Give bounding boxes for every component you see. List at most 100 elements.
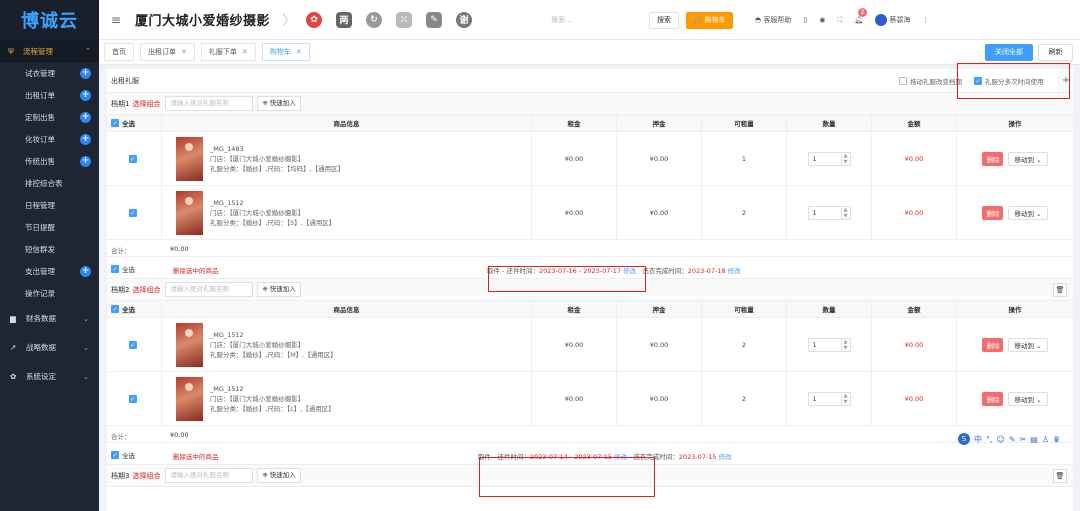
dress-name-input[interactable]: 请输入绝对礼服名称 — [165, 282, 254, 297]
quantity-stepper[interactable]: 1 ▲ ▼ — [807, 151, 851, 166]
close-all-tabs-button[interactable]: 关闭全部 — [985, 44, 1033, 61]
sidebar-section[interactable]: ✿ 系统设定 ⌄ — [0, 362, 99, 391]
edit-wash-link[interactable]: 修改 — [719, 453, 732, 461]
fullscreen-icon[interactable]: ⛶ — [837, 16, 842, 25]
add-icon[interactable]: + — [80, 133, 91, 145]
footer-select-all-checkbox[interactable]: ✓ — [111, 265, 119, 273]
move-to-dropdown[interactable]: 移动到 ⌄ — [1008, 151, 1048, 166]
spinner-icon[interactable]: ▲ ▼ — [840, 206, 850, 219]
more-icon[interactable]: ⋮ — [922, 16, 929, 24]
footer-select-all-checkbox[interactable]: ✓ — [111, 451, 119, 459]
mobile-icon[interactable]: ▯ — [803, 16, 807, 24]
close-icon[interactable]: ✕ — [242, 48, 248, 56]
footer-select-all[interactable]: ✓ 全选 — [111, 264, 135, 274]
select-all-checkbox[interactable]: ✓ — [111, 305, 119, 313]
product-thumbnail[interactable] — [176, 322, 203, 367]
tab[interactable]: 首页 — [104, 43, 134, 61]
delete-button[interactable]: 删除 — [982, 151, 1004, 166]
ime-toolbar[interactable]: S 中 °, ☺ ✎ ✂ ▤ ♙ ♛ — [958, 433, 1060, 445]
sidebar-item[interactable]: 操作记录 — [0, 282, 99, 304]
quick-add-button[interactable]: ⎈ 快速加入 — [257, 282, 301, 297]
footer-select-all[interactable]: ✓ 全选 — [111, 450, 135, 460]
row-checkbox[interactable]: ✓ — [128, 208, 137, 217]
sidebar-item[interactable]: 出租订单 + — [0, 84, 99, 106]
app-shortcut-swirl-icon[interactable]: ↻ — [366, 11, 383, 28]
sidebar-section[interactable]: ▆ 财务数据 ⌄ — [0, 304, 99, 333]
row-checkbox[interactable]: ✓ — [128, 394, 137, 403]
tab[interactable]: 购物车 ✕ — [261, 43, 310, 61]
quantity-stepper[interactable]: 1 ▲ ▼ — [807, 391, 851, 406]
sidebar-item[interactable]: 支出管理 + — [0, 260, 99, 282]
help-button[interactable]: ◓ 客服帮助 — [755, 15, 791, 25]
close-icon[interactable]: ✕ — [181, 48, 187, 56]
spinner-icon[interactable]: ▲ ▼ — [840, 392, 850, 405]
app-shortcut-tool-icon[interactable]: ✎ — [426, 11, 443, 28]
dress-name-input[interactable]: 请输入绝对礼服名称 — [165, 96, 254, 111]
app-shortcut-red-icon[interactable]: ✿ — [306, 11, 323, 28]
edit-wash-link[interactable]: 修改 — [728, 267, 741, 275]
spinner-icon[interactable]: ▲ ▼ — [840, 338, 850, 351]
location-icon[interactable]: ◉ — [819, 16, 825, 24]
select-all-checkbox[interactable]: ✓ — [111, 119, 119, 127]
user-menu[interactable]: 蔡碧海 — [875, 14, 910, 26]
close-icon[interactable]: ✕ — [296, 48, 302, 56]
trash-icon[interactable]: 🗑︎ — [1053, 469, 1067, 483]
row-select[interactable]: ✓ — [107, 186, 162, 239]
sidebar-item[interactable]: 节日提醒 — [0, 216, 99, 238]
sidebar-item[interactable]: 日程管理 — [0, 194, 99, 216]
delete-button[interactable]: 删除 — [982, 391, 1004, 406]
product-thumbnail[interactable] — [176, 190, 203, 235]
dress-name-input[interactable]: 请输入绝对礼服名称 — [165, 468, 254, 483]
tab[interactable]: 礼服下单 ✕ — [200, 43, 256, 61]
quick-add-button[interactable]: ⎈ 快速加入 — [257, 96, 301, 111]
row-checkbox[interactable]: ✓ — [128, 154, 137, 163]
sidebar-item[interactable]: 短信群发 — [0, 238, 99, 260]
refresh-button[interactable]: 刷新 — [1038, 44, 1073, 61]
row-checkbox[interactable]: ✓ — [128, 340, 137, 349]
add-icon[interactable]: + — [80, 67, 91, 79]
trash-icon[interactable]: 🗑︎ — [1053, 283, 1067, 297]
move-to-dropdown[interactable]: 移动到 ⌄ — [1008, 391, 1048, 406]
delete-selected-link[interactable]: 删除选中的商品 — [173, 265, 219, 275]
product-thumbnail[interactable] — [176, 136, 203, 181]
drag-reschedule-option[interactable]: 拖动礼服改变档期 — [899, 76, 962, 86]
tab[interactable]: 出租订单 ✕ — [140, 43, 195, 61]
sidebar-item[interactable]: 试衣管理 + — [0, 62, 99, 84]
sidebar-item[interactable]: 排控综合表 — [0, 172, 99, 194]
quantity-stepper[interactable]: 1 ▲ ▼ — [807, 205, 851, 220]
select-all-header[interactable]: ✓ 全选 — [107, 301, 162, 317]
select-combo-link[interactable]: 选择组合 — [132, 471, 160, 481]
app-shortcut-grid-icon[interactable]: ⁙ — [396, 11, 413, 28]
delete-selected-link[interactable]: 删除选中的商品 — [173, 451, 219, 461]
delete-button[interactable]: 删除 — [982, 337, 1004, 352]
add-icon[interactable]: + — [80, 89, 91, 101]
add-icon[interactable]: + — [80, 155, 91, 167]
delete-button[interactable]: 删除 — [982, 205, 1004, 220]
row-select[interactable]: ✓ — [107, 132, 162, 185]
product-thumbnail[interactable] — [176, 376, 203, 421]
drag-reschedule-checkbox[interactable] — [899, 77, 907, 85]
add-icon[interactable]: + — [80, 111, 91, 123]
nav-group-process[interactable]: Ψ 流程管理 ⌃ — [0, 40, 99, 62]
cart-button[interactable]: 🛒 购物车 — [686, 12, 733, 29]
spinner-icon[interactable]: ▲ ▼ — [840, 152, 850, 165]
search-button[interactable]: 搜索 — [649, 12, 679, 29]
quick-add-button[interactable]: ⎈ 快速加入 — [257, 468, 301, 483]
select-combo-link[interactable]: 选择组合 — [132, 99, 160, 109]
app-shortcut-stamp-icon[interactable]: 两 — [336, 11, 353, 28]
move-to-dropdown[interactable]: 移动到 ⌄ — [1008, 205, 1048, 220]
menu-toggle-icon[interactable]: ≡ — [105, 13, 127, 27]
move-to-dropdown[interactable]: 移动到 ⌄ — [1008, 337, 1048, 352]
sidebar-item[interactable]: 定制出售 + — [0, 106, 99, 128]
row-select[interactable]: ✓ — [107, 372, 162, 425]
sidebar-item[interactable]: 化妆订单 + — [0, 128, 99, 150]
row-select[interactable]: ✓ — [107, 318, 162, 371]
app-shortcut-round-icon[interactable]: 谢 — [456, 11, 473, 28]
search-input[interactable]: 搜索... — [551, 15, 572, 25]
bell-icon[interactable]: 🔔︎ — [854, 16, 863, 24]
sidebar-section[interactable]: ↗ 战略数据 ⌄ — [0, 333, 99, 362]
add-icon[interactable]: + — [80, 265, 91, 277]
sidebar-item[interactable]: 传统出售 + — [0, 150, 99, 172]
select-combo-link[interactable]: 选择组合 — [132, 285, 160, 295]
select-all-header[interactable]: ✓ 全选 — [107, 115, 162, 131]
